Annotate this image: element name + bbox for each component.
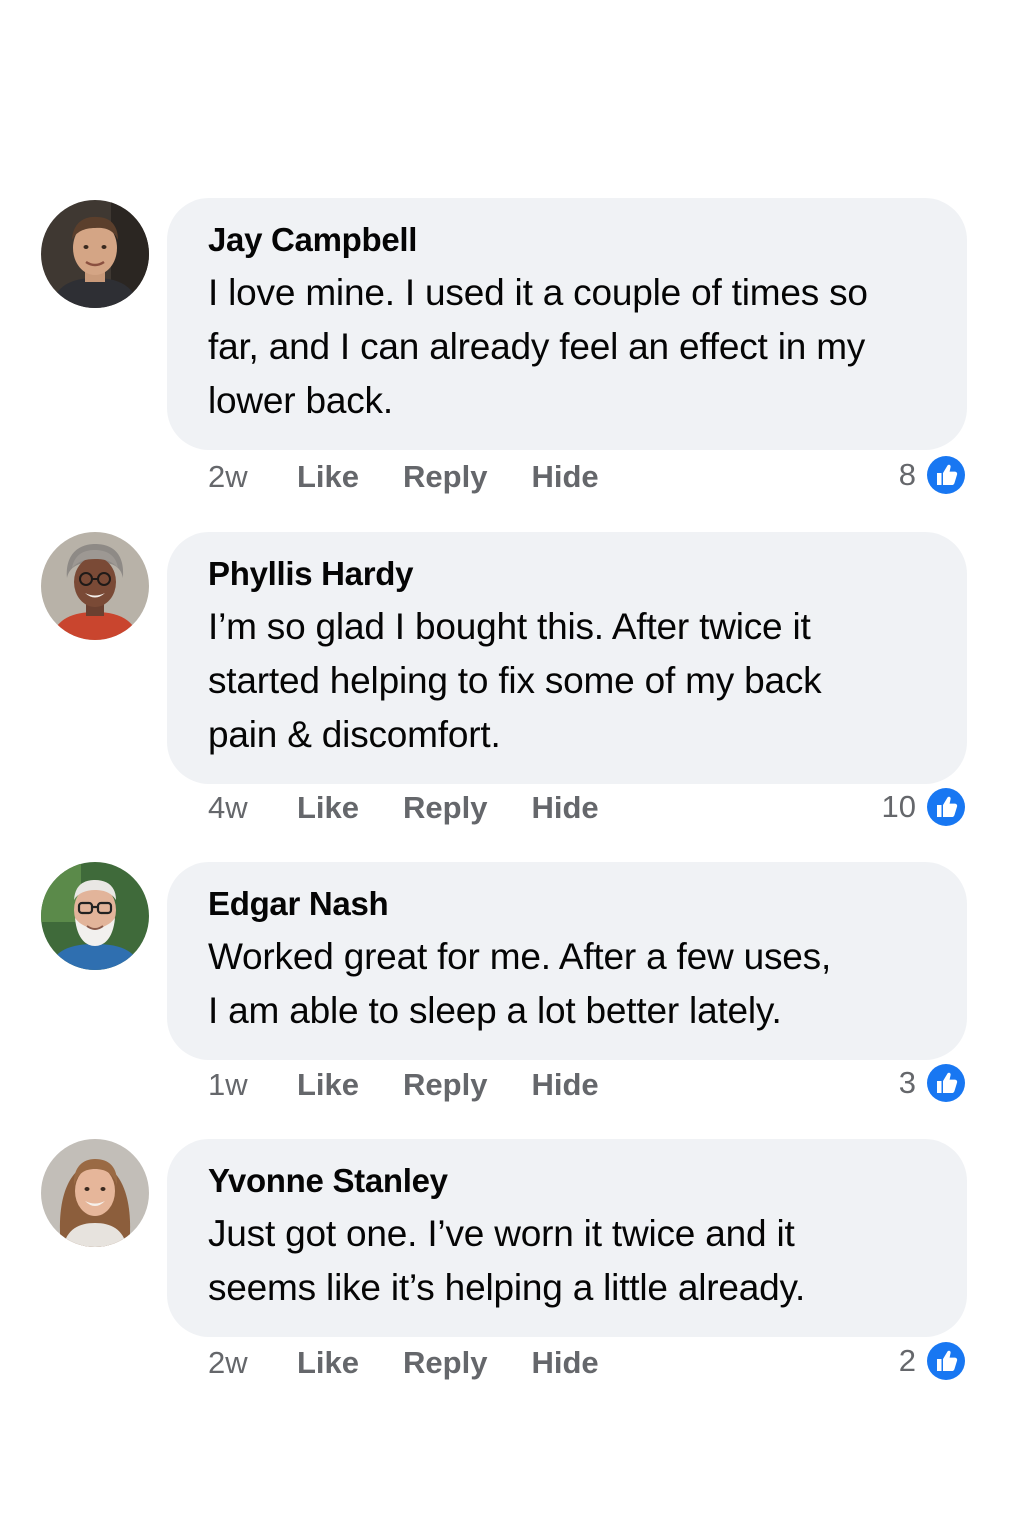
thumbs-up-icon (925, 1340, 967, 1382)
hide-button[interactable]: Hide (531, 1067, 598, 1103)
comment-text: I love mine. I used it a couple of times… (208, 266, 931, 428)
reaction-summary[interactable]: 10 (882, 785, 967, 829)
comment-text-line: I love mine. I used it a couple of times… (208, 272, 868, 313)
comment-author[interactable]: Edgar Nash (208, 884, 931, 924)
reply-button[interactable]: Reply (403, 459, 487, 495)
avatar[interactable] (41, 200, 149, 308)
reply-button[interactable]: Reply (403, 1345, 487, 1381)
like-button[interactable]: Like (297, 790, 359, 826)
comment-author[interactable]: Yvonne Stanley (208, 1161, 931, 1201)
comment-text-line: I’m so glad I bought this. After twice i… (208, 606, 811, 647)
comment-text: Worked great for me. After a few uses, I… (208, 930, 931, 1038)
reaction-count: 10 (881, 789, 916, 824)
reply-button[interactable]: Reply (403, 790, 487, 826)
comment-timestamp[interactable]: 4w (208, 790, 297, 826)
comment-text-line: seems like it’s helping a little already… (208, 1267, 806, 1308)
comment-text-line: I am able to sleep a lot better lately. (208, 990, 782, 1031)
comment-bubble: Edgar Nash Worked great for me. After a … (167, 862, 967, 1060)
reaction-count: 8 (898, 457, 916, 492)
avatar[interactable] (41, 532, 149, 640)
avatar[interactable] (41, 1139, 149, 1247)
comment-actions: 2w Like Reply Hide (208, 455, 643, 499)
comment-text-line: Just got one. I’ve worn it twice and it (208, 1213, 795, 1254)
hide-button[interactable]: Hide (531, 1345, 598, 1381)
comment-bubble: Jay Campbell I love mine. I used it a co… (167, 198, 967, 450)
comment-author[interactable]: Phyllis Hardy (208, 554, 931, 594)
thumbs-up-icon (925, 786, 967, 828)
comment-actions: 2w Like Reply Hide (208, 1341, 643, 1385)
like-button[interactable]: Like (297, 459, 359, 495)
comment-text-line: Worked great for me. After a few uses, (208, 936, 832, 977)
thumbs-up-icon (925, 454, 967, 496)
comment-timestamp[interactable]: 2w (208, 459, 297, 495)
like-button[interactable]: Like (297, 1067, 359, 1103)
reaction-summary[interactable]: 8 (899, 453, 967, 497)
like-button[interactable]: Like (297, 1345, 359, 1381)
comment-actions: 1w Like Reply Hide (208, 1063, 643, 1107)
comment-text-line: lower back. (208, 380, 393, 421)
comment-timestamp[interactable]: 2w (208, 1345, 297, 1381)
hide-button[interactable]: Hide (531, 790, 598, 826)
reaction-summary[interactable]: 2 (899, 1339, 967, 1383)
comment-text: Just got one. I’ve worn it twice and it … (208, 1207, 931, 1315)
reaction-count: 2 (898, 1343, 916, 1378)
comment-author[interactable]: Jay Campbell (208, 220, 931, 260)
reaction-summary[interactable]: 3 (899, 1061, 967, 1105)
comment-text-line: far, and I can already feel an effect in… (208, 326, 866, 367)
comment-actions: 4w Like Reply Hide (208, 786, 643, 830)
comment-text-line: started helping to fix some of my back (208, 660, 822, 701)
avatar[interactable] (41, 862, 149, 970)
thumbs-up-icon (925, 1062, 967, 1104)
reaction-count: 3 (898, 1065, 916, 1100)
comment-text: I’m so glad I bought this. After twice i… (208, 600, 931, 762)
comment-bubble: Yvonne Stanley Just got one. I’ve worn i… (167, 1139, 967, 1337)
hide-button[interactable]: Hide (531, 459, 598, 495)
comment-timestamp[interactable]: 1w (208, 1067, 297, 1103)
comment-text-line: pain & discomfort. (208, 714, 501, 755)
reply-button[interactable]: Reply (403, 1067, 487, 1103)
comment-bubble: Phyllis Hardy I’m so glad I bought this.… (167, 532, 967, 784)
